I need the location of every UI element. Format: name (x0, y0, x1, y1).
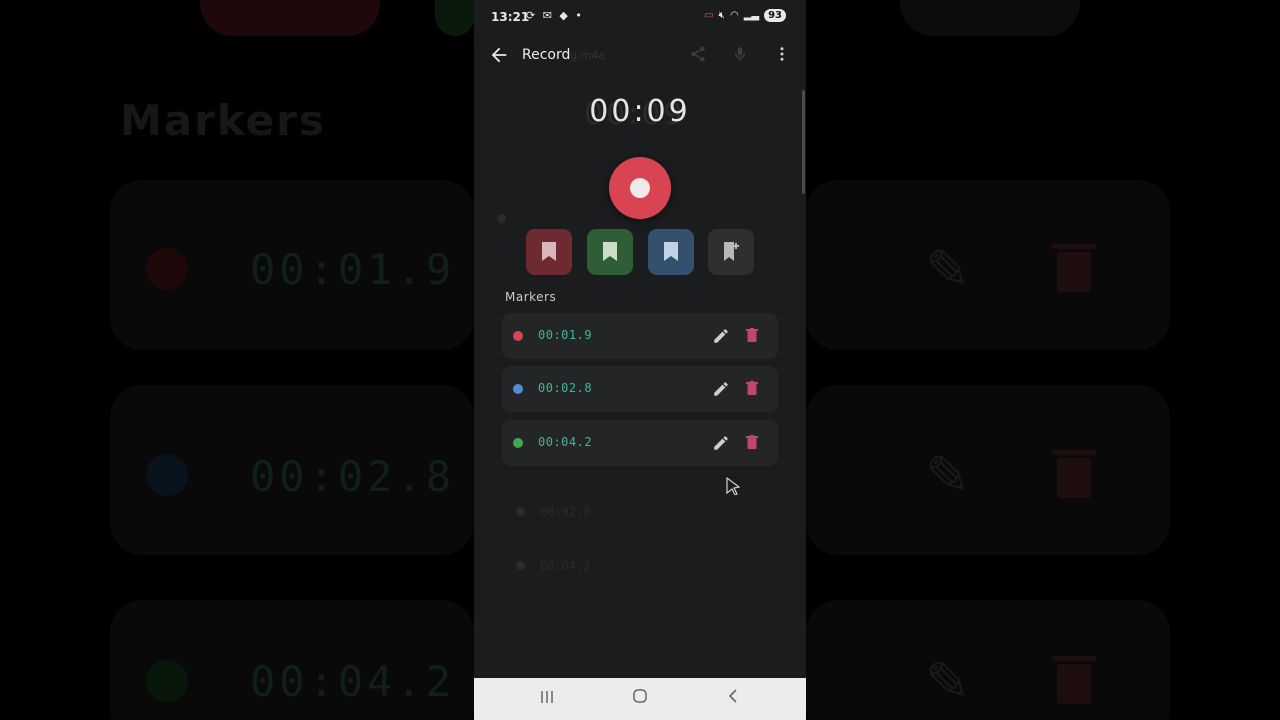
delete-icon[interactable] (746, 381, 758, 395)
blue-marker-button[interactable] (648, 229, 694, 275)
ghost-dot (497, 214, 506, 223)
mute-icon: 🔇︎ (718, 10, 725, 21)
back-arrow-icon[interactable] (488, 44, 510, 66)
delete-icon[interactable] (746, 435, 758, 449)
markers-heading: Markers (505, 290, 557, 304)
marker-row[interactable]: 00:01.9 (502, 313, 778, 359)
phone-screen: 13:21 ⟳ ✉ ◆ • ▭ 🔇︎ ◠ ▂▃ 93 g.m4a Record … (474, 0, 806, 720)
green-marker-button[interactable] (587, 229, 633, 275)
marker-color-dot (513, 384, 523, 394)
marker-color-dot (513, 331, 523, 341)
signal-icon: ▂▃ (743, 10, 760, 21)
mouse-cursor-icon (726, 477, 741, 495)
marker-row[interactable]: 00:04.2 (502, 420, 778, 466)
ghost-marker-time: 00:04.2 (540, 559, 591, 573)
edit-icon[interactable] (712, 380, 730, 398)
battery-badge: 93 (764, 9, 786, 22)
delete-icon[interactable] (746, 328, 758, 342)
edit-icon[interactable] (712, 327, 730, 345)
home-icon[interactable] (625, 688, 655, 710)
status-bar: 13:21 ⟳ ✉ ◆ • ▭ 🔇︎ ◠ ▂▃ 93 (474, 0, 806, 34)
red-marker-button[interactable] (526, 229, 572, 275)
scrollbar[interactable] (802, 90, 805, 194)
ghost-marker-time: 00:02.8 (540, 505, 591, 519)
record-button[interactable] (609, 157, 671, 219)
recording-timer: 00:09 (589, 94, 691, 129)
marker-time: 00:01.9 (538, 328, 593, 342)
microphone-icon[interactable] (730, 45, 750, 65)
recents-icon[interactable] (532, 688, 562, 710)
marker-time: 00:02.8 (538, 381, 593, 395)
notification-icons: ⟳ ✉ ◆ • (526, 9, 584, 22)
system-nav-bar (474, 678, 806, 720)
ghost-dot (516, 507, 525, 516)
bookmark-add-icon (724, 242, 739, 261)
status-clock: 13:21 (491, 10, 530, 24)
cast-icon: ▭ (704, 10, 714, 21)
marker-row[interactable]: 00:02.8 (502, 366, 778, 412)
bookmark-icon (664, 242, 678, 261)
wifi-icon: ◠ (729, 10, 739, 21)
add-marker-button[interactable] (708, 229, 754, 275)
record-dot-icon (630, 178, 650, 198)
edit-icon[interactable] (712, 434, 730, 452)
more-vert-icon[interactable] (772, 45, 792, 65)
back-nav-icon[interactable] (718, 688, 748, 710)
bookmark-icon (603, 242, 617, 261)
marker-time: 00:04.2 (538, 435, 593, 449)
ghost-filename: g.m4a (570, 49, 605, 62)
status-right: ▭ 🔇︎ ◠ ▂▃ 93 (704, 9, 786, 22)
page-title: Record (522, 47, 571, 63)
ghost-dot (516, 561, 525, 570)
marker-color-dot (513, 438, 523, 448)
app-bar: g.m4a Record (474, 36, 806, 76)
bookmark-icon (542, 242, 556, 261)
share-icon[interactable] (688, 45, 708, 65)
